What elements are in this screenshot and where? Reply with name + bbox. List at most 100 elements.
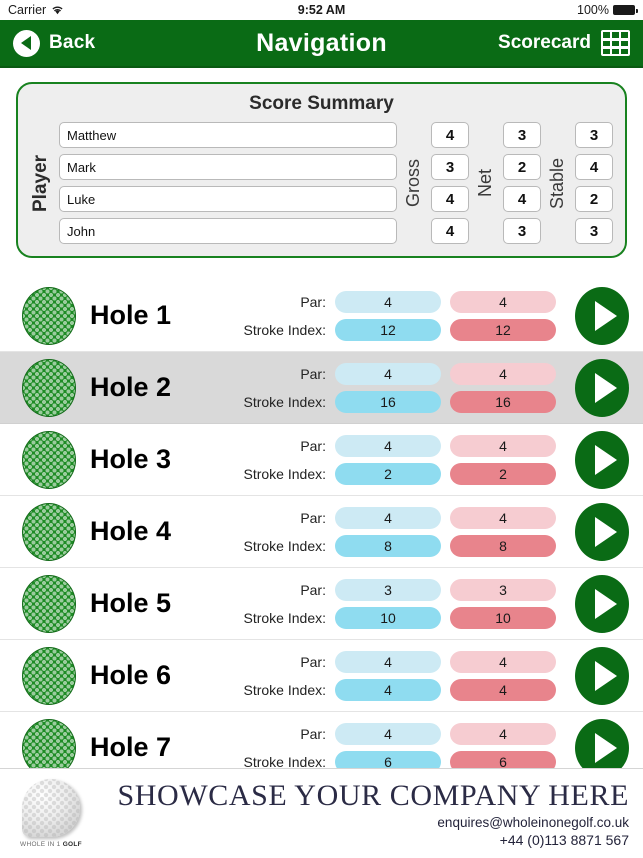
stable-column-label: Stable: [547, 157, 567, 209]
golf-ball-icon: [22, 358, 76, 417]
hole-name-label: Hole 5: [90, 588, 172, 618]
red-stat-pills: 42: [450, 434, 556, 485]
hole-stat-labels: Par: Stroke Index:: [244, 723, 327, 773]
advertisement-phone[interactable]: +44 (0)113 8871 567: [90, 832, 629, 848]
hole-play-button[interactable]: [575, 358, 629, 417]
par-value-red: 4: [450, 722, 556, 745]
player-name-inputs: Matthew Mark Luke John: [59, 122, 397, 244]
hole-row[interactable]: Hole 5 Par: Stroke Index: 3 10 3 10: [0, 568, 643, 640]
par-value-red: 4: [450, 650, 556, 673]
net-score-box[interactable]: 4: [503, 186, 541, 212]
net-score-column: 3 2 4 3: [503, 122, 541, 244]
hole-name-label: Hole 2: [90, 372, 172, 402]
advertiser-logo-text: WHOLE IN 1 GOLF: [12, 841, 90, 848]
red-stat-pills: 48: [450, 506, 556, 557]
net-column-label: Net: [475, 169, 495, 198]
net-score-box[interactable]: 3: [503, 122, 541, 148]
hole-row[interactable]: Hole 3 Par: Stroke Index: 4 2 4 2: [0, 424, 643, 496]
stroke-index-label: Stroke Index:: [243, 321, 327, 338]
blue-stat-pills: 46: [335, 722, 441, 773]
logo-text-brand: GOLF: [62, 841, 82, 848]
stroke-index-value-red: 12: [450, 318, 556, 341]
stroke-index-value-red: 8: [450, 534, 556, 557]
score-summary-panel: Score Summary Player Matthew Mark Luke J…: [16, 82, 627, 258]
gross-score-box[interactable]: 4: [431, 218, 469, 244]
stroke-index-value-red: 10: [450, 606, 556, 629]
hole-play-button[interactable]: [575, 502, 629, 561]
stable-score-box[interactable]: 2: [575, 186, 613, 212]
gross-score-box[interactable]: 3: [431, 154, 469, 180]
hole-stats: Par: Stroke Index: 4 16 4 16: [244, 362, 566, 413]
golf-ball-icon: [22, 646, 76, 705]
hole-name-label: Hole 1: [90, 300, 172, 330]
gross-score-box[interactable]: 4: [431, 186, 469, 212]
golf-ball-icon: [22, 286, 76, 345]
stroke-index-label: Stroke Index:: [243, 465, 327, 482]
stroke-index-value-blue: 16: [335, 390, 441, 413]
hole-name-label: Hole 3: [90, 444, 172, 474]
par-value-blue: 4: [335, 722, 441, 745]
red-stat-pills: 44: [450, 650, 556, 701]
hole-row[interactable]: Hole 4 Par: Stroke Index: 4 8 4 8: [0, 496, 643, 568]
status-bar-left: Carrier: [8, 3, 64, 17]
advertisement-email[interactable]: enquires@wholeinonegolf.co.uk: [90, 815, 629, 830]
hole-stat-labels: Par: Stroke Index:: [244, 651, 327, 701]
hole-stat-labels: Par: Stroke Index:: [244, 435, 327, 485]
scorecard-button-label: Scorecard: [498, 32, 591, 53]
hole-row[interactable]: Hole 2 Par: Stroke Index: 4 16 4 16: [0, 352, 643, 424]
hole-row[interactable]: Hole 1 Par: Stroke Index: 4 12 4 12: [0, 280, 643, 352]
blue-stat-pills: 3 10: [335, 578, 441, 629]
stroke-index-value-red: 16: [450, 390, 556, 413]
par-value-blue: 4: [335, 650, 441, 673]
gross-column-label: Gross: [403, 159, 423, 208]
stroke-index-value-blue: 12: [335, 318, 441, 341]
stroke-index-value-blue: 4: [335, 678, 441, 701]
stroke-index-value-red: 4: [450, 678, 556, 701]
battery-icon: [613, 5, 638, 15]
back-button-label: Back: [49, 32, 96, 53]
stroke-index-value-blue: 10: [335, 606, 441, 629]
gross-score-column: 4 3 4 4: [431, 122, 469, 244]
stable-score-box[interactable]: 3: [575, 122, 613, 148]
blue-stat-pills: 42: [335, 434, 441, 485]
player-name-input[interactable]: Matthew: [59, 122, 397, 148]
back-button[interactable]: Back: [13, 29, 96, 57]
hole-play-button[interactable]: [575, 646, 629, 705]
stable-score-box[interactable]: 4: [575, 154, 613, 180]
par-label: Par:: [300, 437, 326, 454]
status-bar: Carrier 9:52 AM 100%: [0, 0, 643, 20]
hole-name-label: Hole 4: [90, 516, 172, 546]
hole-stat-labels: Par: Stroke Index:: [244, 579, 327, 629]
blue-stat-pills: 4 12: [335, 290, 441, 341]
golf-ball-icon: [22, 430, 76, 489]
player-name-input[interactable]: Mark: [59, 154, 397, 180]
hole-play-button[interactable]: [575, 430, 629, 489]
stroke-index-label: Stroke Index:: [243, 537, 327, 554]
player-name-input[interactable]: John: [59, 218, 397, 244]
blue-stat-pills: 48: [335, 506, 441, 557]
par-value-blue: 4: [335, 506, 441, 529]
carrier-label: Carrier: [8, 3, 47, 17]
scorecard-button[interactable]: Scorecard: [498, 30, 630, 56]
gross-score-box[interactable]: 4: [431, 122, 469, 148]
advertisement-banner[interactable]: WHOLE IN 1 GOLF SHOWCASE YOUR COMPANY HE…: [0, 768, 643, 858]
hole-play-button[interactable]: [575, 286, 629, 345]
stroke-index-label: Stroke Index:: [243, 609, 327, 626]
hole-stats: Par: Stroke Index: 4 8 4 8: [243, 506, 566, 557]
stable-score-box[interactable]: 3: [575, 218, 613, 244]
hole-stats: Par: Stroke Index: 4 4 4 4: [244, 650, 566, 701]
hole-row[interactable]: Hole 6 Par: Stroke Index: 4 4 4 4: [0, 640, 643, 712]
hole-play-button[interactable]: [575, 574, 629, 633]
blue-stat-pills: 44: [335, 650, 441, 701]
par-value-red: 4: [450, 290, 556, 313]
hole-stats: Par: Stroke Index: 4 2 4 2: [244, 434, 566, 485]
net-score-box[interactable]: 3: [503, 218, 541, 244]
net-score-box[interactable]: 2: [503, 154, 541, 180]
hole-stat-labels: Par: Stroke Index:: [244, 291, 327, 341]
stroke-index-value-blue: 8: [335, 534, 441, 557]
par-label: Par:: [300, 293, 326, 310]
stroke-index-value-red: 2: [450, 462, 556, 485]
hole-stats: Par: Stroke Index: 4 6 4 6: [244, 722, 566, 773]
player-name-input[interactable]: Luke: [59, 186, 397, 212]
red-stat-pills: 4 16: [450, 362, 556, 413]
